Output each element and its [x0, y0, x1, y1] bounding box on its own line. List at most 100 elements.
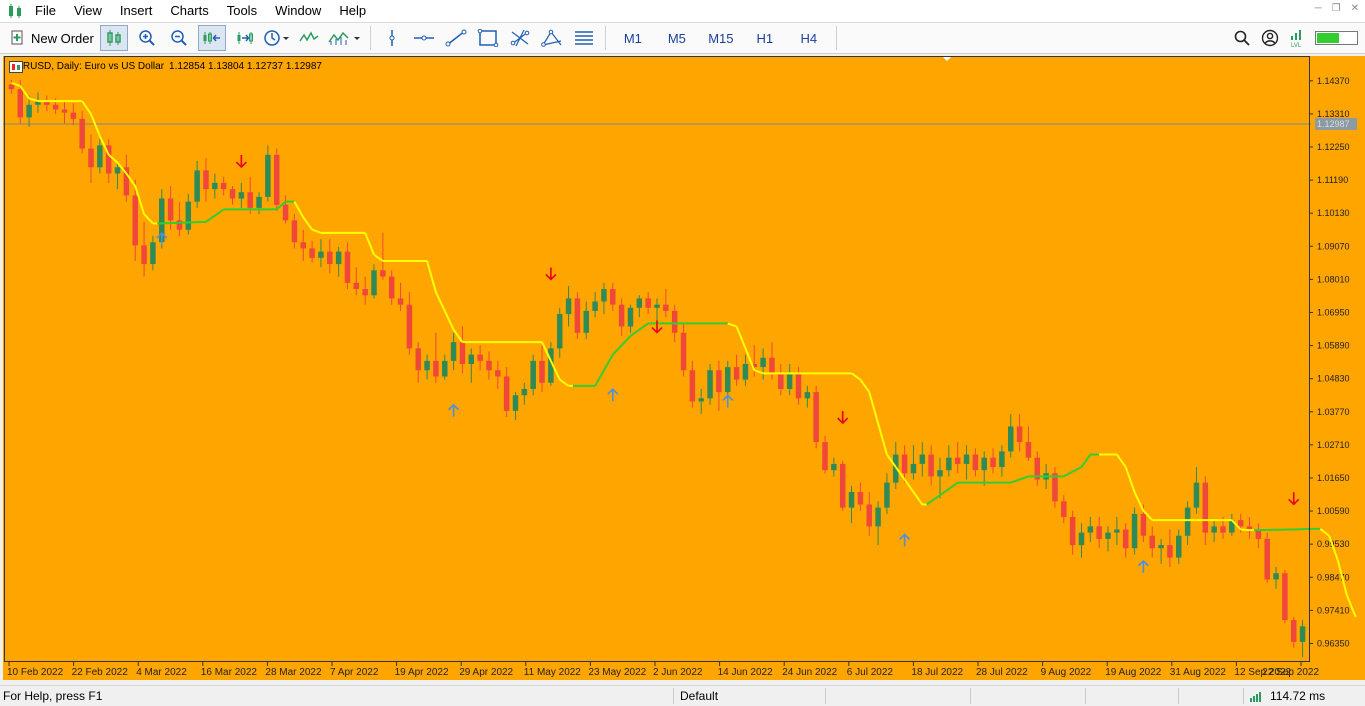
- account-icon[interactable]: [1259, 29, 1281, 47]
- trend-line-segment: [1319, 528, 1330, 537]
- timeframe-m1[interactable]: M1: [614, 25, 652, 51]
- search-icon[interactable]: [1233, 29, 1251, 47]
- trend-line-segment: [594, 354, 614, 387]
- bull-candle: [937, 470, 943, 477]
- bull-candle: [1211, 526, 1217, 533]
- bear-candle: [415, 348, 421, 371]
- restore-icon[interactable]: ❐: [1332, 3, 1341, 14]
- horizontal-line-button[interactable]: [411, 25, 437, 51]
- sell-arrow-icon: [545, 267, 557, 281]
- menu-tools[interactable]: Tools: [218, 0, 266, 22]
- bear-candle: [733, 367, 740, 380]
- trendline-icon: [445, 29, 467, 47]
- trend-line-segment: [1240, 528, 1250, 532]
- candlestick-icon: [107, 30, 121, 46]
- zoom-in-button[interactable]: [134, 25, 160, 51]
- bull-candle: [35, 101, 41, 105]
- bull-candle: [424, 360, 430, 371]
- bear-candle: [1149, 535, 1155, 549]
- fibonacci-button[interactable]: [507, 25, 533, 51]
- bull-candle: [1184, 507, 1191, 536]
- current-price-label: 1.12987: [1317, 119, 1350, 129]
- trend-line-segment: [426, 260, 437, 293]
- date-tick-label: 10 Feb 2022: [7, 667, 64, 678]
- window-controls: ─ ❐ ✕: [1315, 3, 1359, 14]
- timeframe-h4[interactable]: H4: [790, 25, 828, 51]
- signal-bars-icon: [1250, 692, 1261, 702]
- objects-list-button[interactable]: [571, 25, 597, 51]
- trendline-button[interactable]: [443, 25, 469, 51]
- new-order-icon: [11, 30, 23, 45]
- candlestick-chart-button[interactable]: [99, 25, 128, 51]
- trend-line-segment: [1116, 453, 1127, 468]
- bear-candle: [574, 298, 581, 333]
- vertical-line-button[interactable]: [379, 25, 405, 51]
- bull-candle: [583, 310, 589, 333]
- rectangle-button[interactable]: [475, 25, 501, 51]
- pitchfork-icon: [541, 29, 562, 47]
- bear-candle: [1220, 526, 1226, 533]
- bear-candle: [813, 392, 819, 443]
- clock-icon: [264, 30, 289, 46]
- bull-candle: [114, 167, 121, 174]
- bear-candle: [362, 289, 368, 296]
- trend-line-segment: [81, 100, 92, 115]
- menu-view[interactable]: View: [65, 0, 111, 22]
- auto-scroll-button[interactable]: [197, 25, 226, 51]
- timeframe-clock-button[interactable]: [264, 25, 290, 51]
- svg-text:LVL: LVL: [1291, 43, 1302, 48]
- bear-candle: [61, 109, 68, 113]
- zoom-out-button[interactable]: [166, 25, 192, 51]
- toolbar-right: LVL: [1233, 25, 1359, 51]
- menu-help[interactable]: Help: [330, 0, 375, 22]
- indicators-button[interactable]: [296, 25, 322, 51]
- trend-line-segment: [753, 369, 764, 375]
- chart-shift-marker-icon[interactable]: [943, 57, 951, 61]
- timeframe-m15[interactable]: M15: [702, 25, 740, 51]
- new-order-button[interactable]: New Order: [10, 25, 94, 51]
- bull-candle: [1131, 513, 1138, 549]
- signal-level-icon[interactable]: LVL: [1289, 28, 1307, 48]
- bear-candle: [433, 360, 439, 377]
- price-tick-label: 0.97410: [1317, 605, 1350, 615]
- bull-candle: [725, 367, 731, 393]
- chart-shift-button[interactable]: [232, 25, 258, 51]
- trend-line-segment: [373, 253, 384, 262]
- new-order-label: New Order: [31, 30, 94, 46]
- bull-candle: [530, 360, 536, 389]
- profile-name[interactable]: Default: [680, 686, 718, 706]
- trend-line-segment: [452, 329, 464, 343]
- menu-insert[interactable]: Insert: [111, 0, 162, 22]
- date-tick-label: 28 Jul 2022: [976, 667, 1028, 678]
- bear-candle: [503, 376, 510, 411]
- menu-charts[interactable]: Charts: [161, 0, 217, 22]
- minimize-icon[interactable]: ─: [1315, 3, 1322, 14]
- timeframe-h1[interactable]: H1: [746, 25, 784, 51]
- timeframe-m5[interactable]: M5: [658, 25, 696, 51]
- bull-candle: [1078, 532, 1085, 546]
- bear-candle: [1122, 529, 1129, 549]
- close-icon[interactable]: ✕: [1351, 3, 1359, 14]
- price-chart[interactable]: 1.14370 1.13310 1.12250 1.11190 1.10130 1.090…: [3, 56, 1365, 680]
- templates-button[interactable]: [328, 25, 362, 51]
- bull-candle: [97, 145, 103, 168]
- chart-window[interactable]: 1.14370 1.13310 1.12250 1.11190 1.10130 1.090…: [3, 56, 1365, 680]
- connection-status[interactable]: 114.72 ms: [1250, 686, 1325, 706]
- bull-candle: [1114, 529, 1120, 533]
- date-tick-label: 14 Jun 2022: [718, 667, 773, 678]
- date-tick-label: 29 Apr 2022: [459, 667, 513, 678]
- trend-line-segment: [912, 491, 924, 506]
- trend-line-segment: [612, 335, 632, 356]
- bear-candle: [618, 304, 625, 327]
- bear-candle: [8, 84, 15, 90]
- date-tick-label: 28 Mar 2022: [265, 667, 322, 678]
- bear-candle: [1264, 538, 1270, 580]
- zoom-out-icon: [171, 30, 187, 46]
- bull-candle: [963, 454, 970, 464]
- menu-file[interactable]: File: [26, 0, 65, 22]
- menu-window[interactable]: Window: [266, 0, 330, 22]
- andrews-pitchfork-button[interactable]: [539, 25, 565, 51]
- bear-candle: [645, 298, 651, 308]
- bear-candle: [344, 251, 351, 283]
- symbol-icon: [9, 61, 23, 73]
